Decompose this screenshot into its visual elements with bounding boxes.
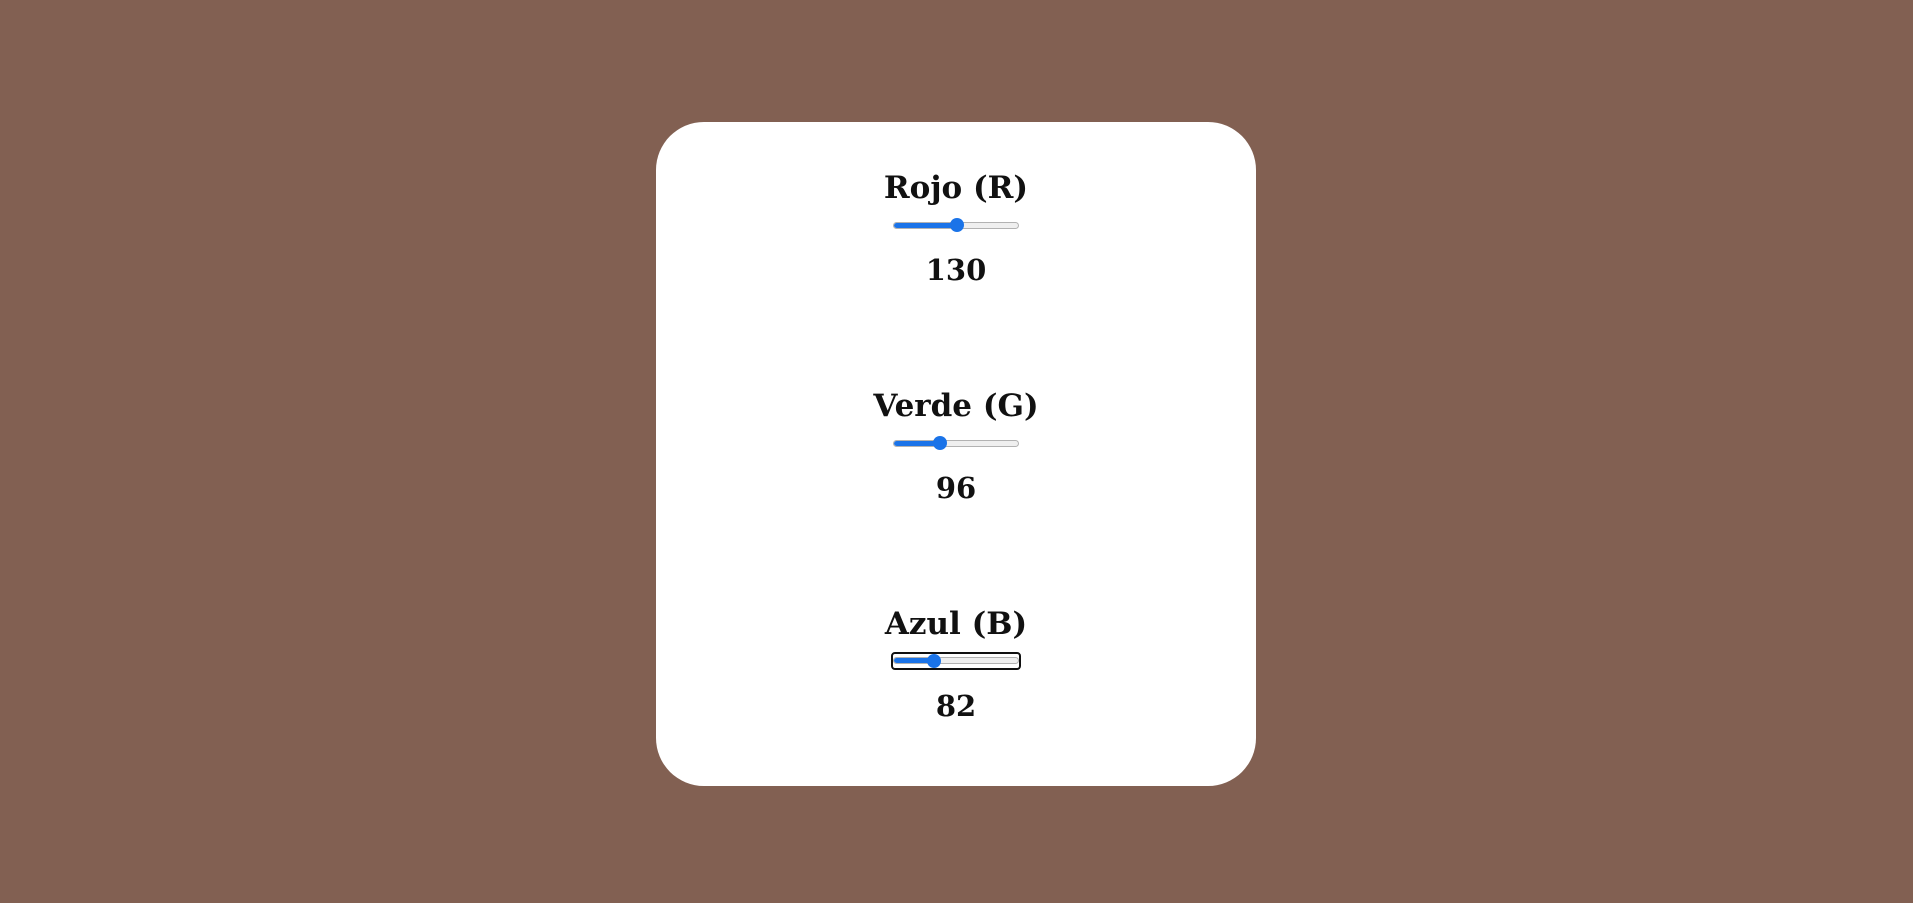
green-channel-value: 96	[935, 471, 977, 505]
blue-slider[interactable]	[891, 652, 1021, 670]
blue-slider-track[interactable]	[893, 657, 1019, 664]
blue-channel-group: Azul (B) 82	[656, 606, 1256, 724]
blue-slider-thumb[interactable]	[926, 654, 941, 668]
green-channel-group: Verde (G) 96	[656, 388, 1256, 506]
red-slider-fill	[894, 223, 958, 228]
red-channel-label: Rojo (R)	[883, 170, 1029, 206]
red-slider-thumb[interactable]	[950, 218, 965, 232]
red-channel-group: Rojo (R) 130	[656, 170, 1256, 288]
green-channel-label: Verde (G)	[873, 388, 1039, 424]
green-slider[interactable]	[893, 436, 1019, 450]
color-picker-card: Rojo (R) 130 Verde (G) 96 Azul (B) 82	[656, 122, 1256, 786]
red-slider[interactable]	[893, 218, 1019, 232]
blue-channel-label: Azul (B)	[884, 606, 1028, 642]
blue-channel-value: 82	[935, 689, 977, 723]
green-slider-thumb[interactable]	[933, 436, 948, 450]
red-channel-value: 130	[925, 253, 987, 287]
green-slider-track[interactable]	[893, 440, 1019, 447]
